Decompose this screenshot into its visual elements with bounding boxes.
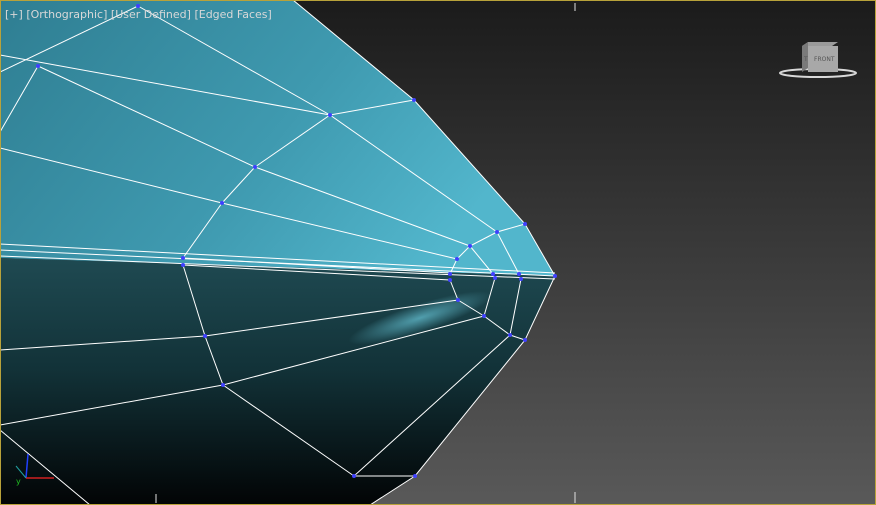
y-axis-label: y <box>16 477 21 486</box>
viewcube-side-label: T <box>803 56 808 63</box>
viewport-canvas[interactable] <box>0 0 876 505</box>
viewport-view-menu[interactable]: [Orthographic] <box>26 8 107 21</box>
viewcube-icon[interactable]: T FRONT <box>778 40 858 82</box>
viewport-shading-menu[interactable]: [User Defined] <box>111 8 191 21</box>
viewcube-front-label: FRONT <box>814 56 835 63</box>
viewport-edged-faces-menu[interactable]: [Edged Faces] <box>194 8 271 21</box>
axis-tripod-icon: y <box>15 453 54 486</box>
viewport-label-menu[interactable]: [+] [Orthographic] [User Defined] [Edged… <box>5 8 272 21</box>
viewport-plus-menu[interactable]: [+] <box>5 8 23 21</box>
perspective-viewport[interactable]: [+] [Orthographic] [User Defined] [Edged… <box>0 0 876 505</box>
z-axis-line <box>25 453 29 479</box>
